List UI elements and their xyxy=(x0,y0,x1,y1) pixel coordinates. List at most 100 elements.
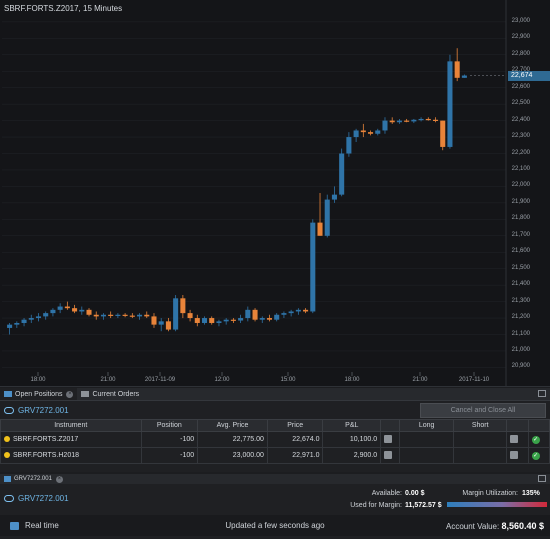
candle-body[interactable] xyxy=(252,309,258,320)
candle-body[interactable] xyxy=(317,222,323,236)
cancel-and-close-all-button[interactable]: Cancel and Close All xyxy=(420,402,546,418)
candle-body[interactable] xyxy=(324,199,330,236)
candle-body[interactable] xyxy=(64,306,70,309)
calc-cell[interactable] xyxy=(506,447,529,464)
candle-body[interactable] xyxy=(259,318,265,320)
ok-cell[interactable]: ✓ xyxy=(527,447,550,464)
candle-body[interactable] xyxy=(187,313,193,319)
candle-body[interactable] xyxy=(173,298,179,330)
candle-body[interactable] xyxy=(194,318,200,323)
candle-body[interactable] xyxy=(339,153,345,195)
candle-body[interactable] xyxy=(79,309,85,312)
close-icon[interactable]: × xyxy=(66,390,74,398)
col-instrument[interactable]: Instrument xyxy=(0,419,142,432)
candle-body[interactable] xyxy=(57,306,63,310)
tab-open-positions[interactable]: Open Positions × xyxy=(0,388,78,400)
chart-canvas[interactable] xyxy=(0,0,550,386)
calculator-icon[interactable] xyxy=(510,434,519,443)
candle-body[interactable] xyxy=(310,222,316,312)
candle-body[interactable] xyxy=(288,311,294,314)
candle-body[interactable] xyxy=(93,314,99,317)
candle-body[interactable] xyxy=(360,130,366,133)
col-long[interactable]: Long xyxy=(399,419,454,432)
candle-body[interactable] xyxy=(14,322,20,325)
candle-body[interactable] xyxy=(43,313,49,317)
maximize-button[interactable] xyxy=(538,475,546,482)
candle-body[interactable] xyxy=(158,321,164,325)
ok-cell[interactable]: ✓ xyxy=(527,431,550,448)
candle-body[interactable] xyxy=(115,314,121,316)
candle-body[interactable] xyxy=(165,321,171,330)
candle-body[interactable] xyxy=(440,120,446,147)
candle-body[interactable] xyxy=(144,314,150,317)
calculator-icon[interactable] xyxy=(384,450,393,459)
candle-body[interactable] xyxy=(454,61,460,78)
candle-body[interactable] xyxy=(100,314,106,317)
calc-cell[interactable] xyxy=(506,431,529,448)
candle-body[interactable] xyxy=(230,319,236,321)
candle-body[interactable] xyxy=(375,130,381,134)
candle-body[interactable] xyxy=(72,308,78,312)
table-row[interactable]: SBRF.FORTS.H2018 -100 23,000.00 22,971.0… xyxy=(0,447,550,464)
close-icon[interactable]: × xyxy=(55,475,63,483)
settings-cell[interactable] xyxy=(380,431,401,448)
candle-body[interactable] xyxy=(396,120,402,123)
candle-body[interactable] xyxy=(108,314,114,316)
col-position[interactable]: Position xyxy=(140,419,199,432)
candle-body[interactable] xyxy=(266,318,273,320)
candle-body[interactable] xyxy=(447,61,453,147)
positions-account[interactable]: GRV7272.001 xyxy=(4,406,69,415)
candle-body[interactable] xyxy=(151,316,157,325)
candle-body[interactable] xyxy=(35,316,42,319)
candle-body[interactable] xyxy=(418,118,424,121)
table-row[interactable]: SBRF.FORTS.Z2017 -100 22,775.00 22,674.0… xyxy=(0,431,550,448)
summary-account[interactable]: GRV7272.001 xyxy=(4,494,69,503)
maximize-button[interactable] xyxy=(538,390,546,397)
candle-body[interactable] xyxy=(238,318,244,321)
tab-current-orders[interactable]: Current Orders xyxy=(77,388,143,400)
candle-body[interactable] xyxy=(404,120,410,122)
candle-body[interactable] xyxy=(86,309,92,315)
calculator-icon[interactable] xyxy=(510,450,519,459)
candle-body[interactable] xyxy=(353,130,359,138)
col-price[interactable]: Price xyxy=(266,419,324,432)
candle-body[interactable] xyxy=(137,314,143,317)
check-icon[interactable]: ✓ xyxy=(531,451,540,460)
short-cell[interactable] xyxy=(452,447,508,464)
candle-body[interactable] xyxy=(201,318,208,323)
candle-body[interactable] xyxy=(368,132,374,134)
candle-body[interactable] xyxy=(346,137,352,154)
candle-body[interactable] xyxy=(303,309,309,312)
long-cell[interactable] xyxy=(399,447,454,464)
calculator-icon[interactable] xyxy=(384,434,393,443)
realtime-label[interactable]: Real time xyxy=(25,521,185,530)
candle-body[interactable] xyxy=(180,298,186,314)
check-icon[interactable]: ✓ xyxy=(531,435,540,444)
candle-body[interactable] xyxy=(461,75,467,78)
candle-body[interactable] xyxy=(389,120,395,123)
candle-body[interactable] xyxy=(425,118,431,121)
candle-body[interactable] xyxy=(223,319,229,322)
col-avg-price[interactable]: Avg. Price xyxy=(197,419,268,432)
candle-body[interactable] xyxy=(122,314,128,316)
candle-body[interactable] xyxy=(216,321,222,323)
candle-body[interactable] xyxy=(209,318,215,323)
col-short[interactable]: Short xyxy=(452,419,508,432)
candle-body[interactable] xyxy=(432,119,439,121)
account-tab-label[interactable]: GRV7272.001 xyxy=(14,476,52,482)
candle-body[interactable] xyxy=(129,315,135,317)
price-chart[interactable]: SBRF.FORTS.Z2017, 15 Minutes 23,000 22,90… xyxy=(0,0,550,387)
candle-body[interactable] xyxy=(295,309,301,312)
col-pnl[interactable]: P&L xyxy=(322,419,382,432)
candle-body[interactable] xyxy=(274,314,280,320)
candle-body[interactable] xyxy=(28,318,34,320)
candle-body[interactable] xyxy=(331,194,337,200)
settings-cell[interactable] xyxy=(380,447,401,464)
candle-body[interactable] xyxy=(21,319,27,323)
candle-body[interactable] xyxy=(245,309,251,319)
candle-body[interactable] xyxy=(382,120,388,131)
short-cell[interactable] xyxy=(452,431,508,448)
long-cell[interactable] xyxy=(399,431,454,448)
candle-body[interactable] xyxy=(50,309,56,314)
candle-body[interactable] xyxy=(281,313,287,315)
